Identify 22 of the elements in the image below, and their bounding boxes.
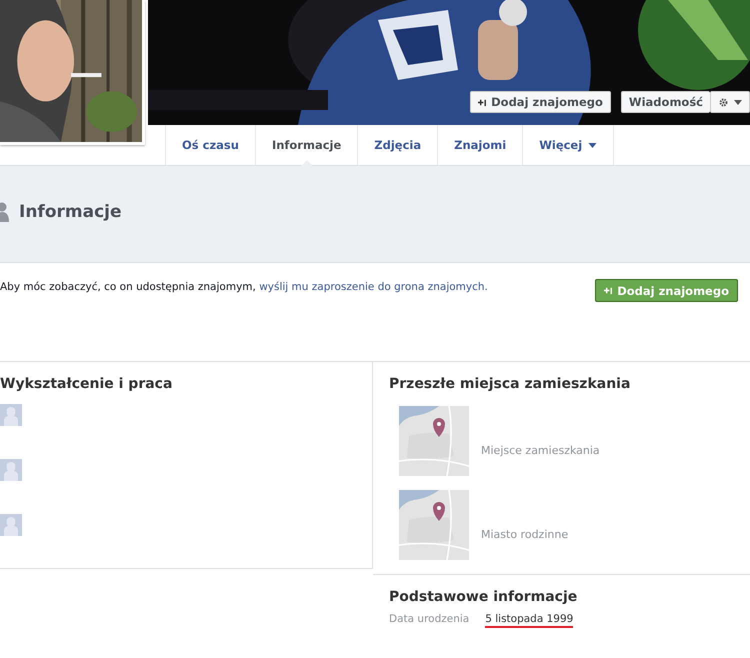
profile-tab[interactable]: Więcej	[522, 125, 614, 165]
section-heading: Przeszłe miejsca zamieszkania	[389, 376, 632, 392]
message-button[interactable]: Wiadomość	[620, 91, 710, 113]
caret-icon	[734, 100, 742, 104]
place-caption: Miasto rodzinne	[481, 528, 568, 540]
section-heading: Wykształcenie i praca	[0, 376, 174, 392]
person-icon	[0, 202, 10, 222]
settings-icon	[718, 96, 729, 108]
avatar-placeholder-icon	[0, 459, 22, 481]
field-label: Data urodzenia	[389, 613, 470, 627]
field-value: 5 listopada 1999	[485, 613, 574, 628]
add-friend-icon	[478, 98, 488, 106]
friend-request-notice: Aby móc zobaczyć, co on udostępnia znajomym, wyślij mu zaproszenie do grona znajomych.	[0, 280, 489, 295]
settings-button[interactable]	[710, 91, 750, 113]
add-friend-icon	[604, 286, 614, 295]
invite-link[interactable]: wyślij mu zaproszenie do grona znajomych.	[259, 281, 488, 293]
section-heading: Podstawowe informacje	[389, 589, 578, 605]
section-title: Informacje	[19, 202, 122, 222]
add-friend-button[interactable]: Dodaj znajomego	[470, 91, 611, 113]
avatar-placeholder-icon	[0, 404, 22, 426]
place-caption: Miejsce zamieszkania	[481, 444, 600, 456]
avatar-placeholder-icon	[0, 514, 22, 536]
